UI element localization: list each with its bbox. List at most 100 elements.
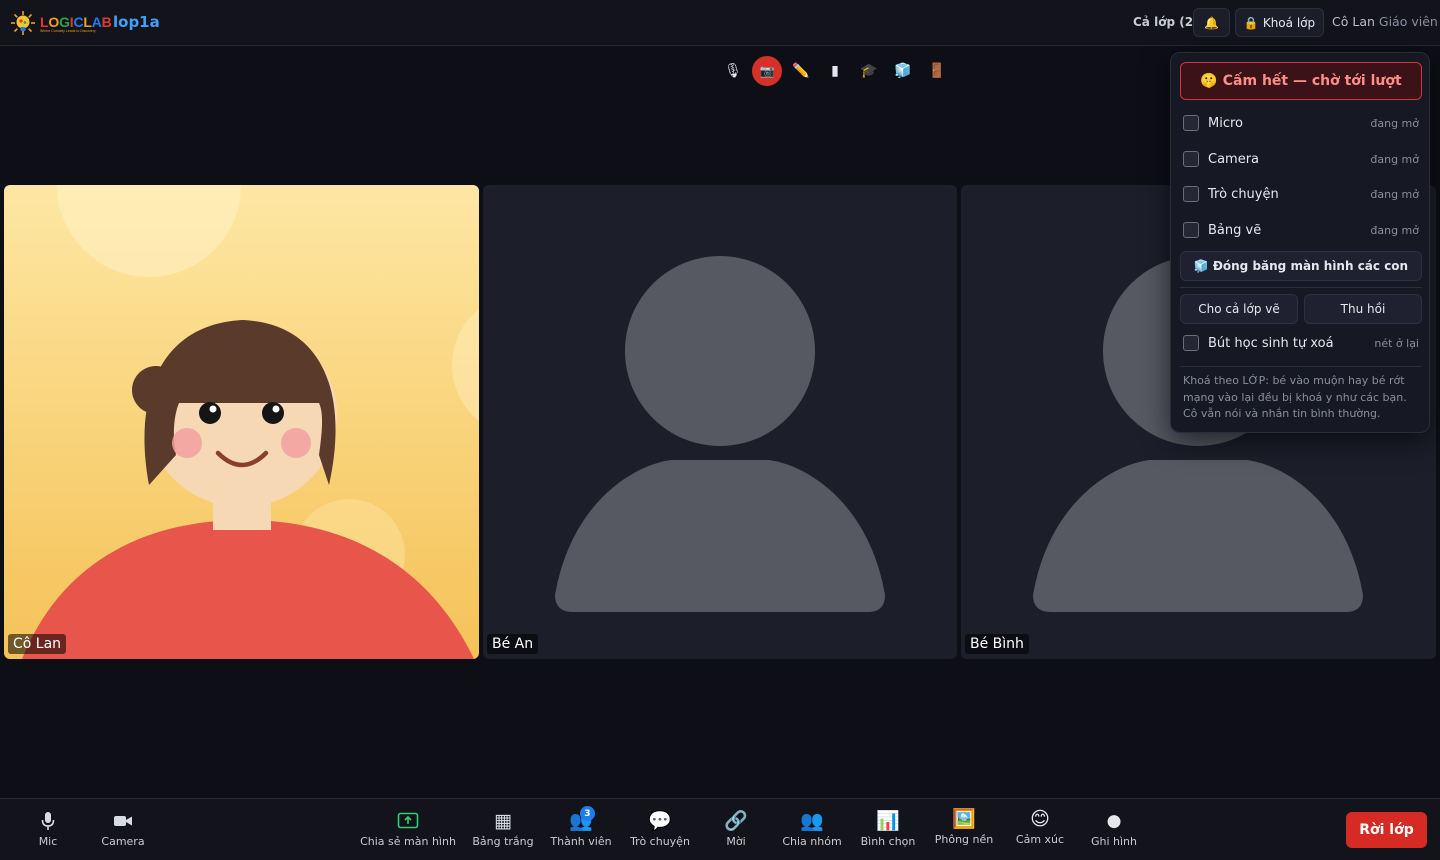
lock-row-label: Bảng vẽ (1208, 222, 1262, 238)
remote-icon: ▮ (831, 63, 839, 79)
lock-whiteboard-checkbox[interactable] (1183, 222, 1199, 238)
groups-icon: 👥 (800, 810, 824, 832)
reactions-button[interactable]: 😊 Cảm xúc (1012, 807, 1068, 851)
participant-name-label: Bé Bình (965, 634, 1029, 654)
mic-label: Mic (38, 835, 58, 848)
lock-row-label: Trò chuyện (1208, 186, 1279, 202)
graduation-cap-tool-button[interactable]: 🎓 (852, 56, 886, 86)
logo-letter: A (91, 14, 102, 30)
lock-class-label: Khoá lớp (1262, 15, 1316, 30)
record-label: Ghi hình (1090, 835, 1138, 848)
ice-cube-icon: 🧊 (894, 63, 912, 79)
lock-row-status: đang mở (1370, 187, 1419, 201)
video-tile-teacher[interactable]: Cô Lan (4, 185, 479, 659)
lightbulb-logo-icon (10, 10, 36, 36)
reactions-label: Cảm xúc (1015, 833, 1065, 846)
pencil-icon: ✏️ (792, 63, 810, 79)
camera-button[interactable]: Camera (98, 809, 148, 853)
invite-button[interactable]: 🔗 Mời (716, 809, 756, 853)
link-icon: 🔗 (724, 810, 748, 832)
background-label: Phông nền (934, 833, 994, 846)
logo-letter: L (83, 14, 92, 30)
record-button[interactable]: ● Ghi hình (1086, 809, 1142, 853)
lock-camera-checkbox[interactable] (1183, 151, 1199, 167)
graduation-cap-icon: 🎓 (860, 63, 878, 79)
breakout-label: Chia nhóm (782, 835, 842, 848)
poll-label: Bình chọn (860, 835, 916, 848)
lock-row-camera[interactable]: Camera đang mở (1183, 148, 1419, 170)
auto-erase-label: Bút học sinh tự xoá (1208, 335, 1334, 351)
picture-icon: 🖼️ (952, 808, 976, 830)
video-tile-student[interactable]: Bé An (483, 185, 957, 659)
freeze-student-screens-button[interactable]: 🧊 Đóng băng màn hình các con (1180, 251, 1422, 281)
background-button[interactable]: 🖼️ Phông nền (932, 807, 996, 851)
record-dot-icon: ● (1106, 811, 1122, 831)
logo-letter: G (59, 14, 70, 30)
door-tool-button[interactable]: 🚪 (920, 56, 954, 86)
auto-erase-checkbox[interactable] (1183, 335, 1199, 351)
camera-off-icon: 📷 (759, 64, 775, 78)
lock-note-text: Khoá theo LỚP: bé vào muộn hay bé rớt mạ… (1183, 374, 1407, 420)
floating-teacher-toolbar: 🎙 📷 ✏️ ▮ 🎓 🧊 🚪 (716, 56, 954, 86)
leave-class-button[interactable]: Rời lớp (1346, 812, 1427, 848)
class-participant-count[interactable]: Cả lớp (2) (1133, 15, 1199, 29)
share-screen-button[interactable]: Chia sẻ màn hình (360, 809, 456, 853)
members-icon-wrap: 👥 3 (569, 806, 595, 833)
share-screen-icon (397, 809, 419, 833)
bell-icon: 🔔 (1204, 15, 1219, 30)
logo-letter: B (101, 14, 112, 30)
panel-divider (1180, 366, 1422, 367)
logiclab-logo[interactable]: LOGICLAB Where Curiosity Leads to Discov… (10, 9, 112, 37)
lock-class-button[interactable]: 🔒 Khoá lớp (1235, 8, 1324, 37)
mute-all-button[interactable]: 🤫 Cấm hết — chờ tới lượt (1180, 62, 1422, 100)
bar-chart-icon: 📊 (876, 810, 900, 832)
ice-cube-tool-button[interactable]: 🧊 (886, 56, 920, 86)
top-header: LOGICLAB Where Curiosity Leads to Discov… (0, 0, 1440, 46)
lock-icon: 🔒 (1243, 15, 1259, 30)
bottom-control-bar: Mic Camera Chia sẻ màn hình ▦ Bảng trắng… (0, 798, 1440, 860)
mic-tool-button[interactable]: 🎙 (716, 56, 750, 86)
chat-button[interactable]: 💬 Trò chuyện (629, 809, 691, 853)
auto-erase-status: nét ở lại (1374, 336, 1419, 350)
lock-row-chat[interactable]: Trò chuyện đang mở (1183, 183, 1419, 205)
participant-name-label: Cô Lan (8, 634, 67, 654)
lock-row-status: đang mở (1370, 116, 1419, 130)
shush-face-icon: 🤫 (1200, 73, 1218, 89)
remote-tool-button[interactable]: ▮ (818, 56, 852, 86)
active-tool-indicator: 📷 (752, 56, 782, 86)
poll-button[interactable]: 📊 Bình chọn (858, 809, 918, 853)
mic-button[interactable]: Mic (28, 809, 68, 853)
lock-row-micro[interactable]: Micro đang mở (1183, 112, 1419, 134)
whiteboard-button[interactable]: ▦ Bảng trắng (472, 809, 534, 853)
panel-divider (1180, 287, 1422, 288)
breakout-rooms-button[interactable]: 👥 Chia nhóm (782, 809, 842, 853)
lock-chat-checkbox[interactable] (1183, 186, 1199, 202)
chat-bubble-icon: 💬 (648, 810, 672, 832)
user-role: Giáo viên (1378, 14, 1438, 29)
revoke-draw-button[interactable]: Thu hồi (1304, 294, 1422, 324)
notifications-button[interactable]: 🔔 (1193, 8, 1230, 37)
smile-icon: 😊 (1030, 808, 1050, 830)
mic-icon (41, 809, 55, 833)
lock-micro-checkbox[interactable] (1183, 115, 1199, 131)
logo-tagline: Where Curiosity Leads to Discovery (40, 29, 96, 33)
mute-all-label: Cấm hết — chờ tới lượt (1222, 73, 1402, 89)
whiteboard-label: Bảng trắng (472, 835, 534, 848)
whiteboard-grid-icon: ▦ (494, 810, 512, 832)
avatar-placeholder-icon (555, 256, 885, 612)
allow-class-draw-button[interactable]: Cho cả lớp vẽ (1180, 294, 1298, 324)
camera-off-tool-button[interactable]: 📷 (750, 56, 784, 86)
members-label: Thành viên (550, 835, 612, 848)
members-count-badge: 3 (579, 806, 595, 821)
participant-name-label: Bé An (487, 634, 539, 654)
chat-label: Trò chuyện (630, 835, 690, 848)
members-button[interactable]: 👥 3 Thành viên (550, 806, 612, 853)
lock-row-whiteboard[interactable]: Bảng vẽ đang mở (1183, 219, 1419, 241)
pencil-tool-button[interactable]: ✏️ (784, 56, 818, 86)
door-icon: 🚪 (928, 63, 946, 79)
lock-class-panel: 🤫 Cấm hết — chờ tới lượt Micro đang mở C… (1170, 52, 1430, 433)
logo-letter: O (48, 14, 60, 30)
auto-erase-row[interactable]: Bút học sinh tự xoá nét ở lại (1183, 332, 1419, 354)
teacher-avatar-illustration (22, 185, 479, 659)
ice-cube-icon: 🧊 (1193, 259, 1209, 273)
